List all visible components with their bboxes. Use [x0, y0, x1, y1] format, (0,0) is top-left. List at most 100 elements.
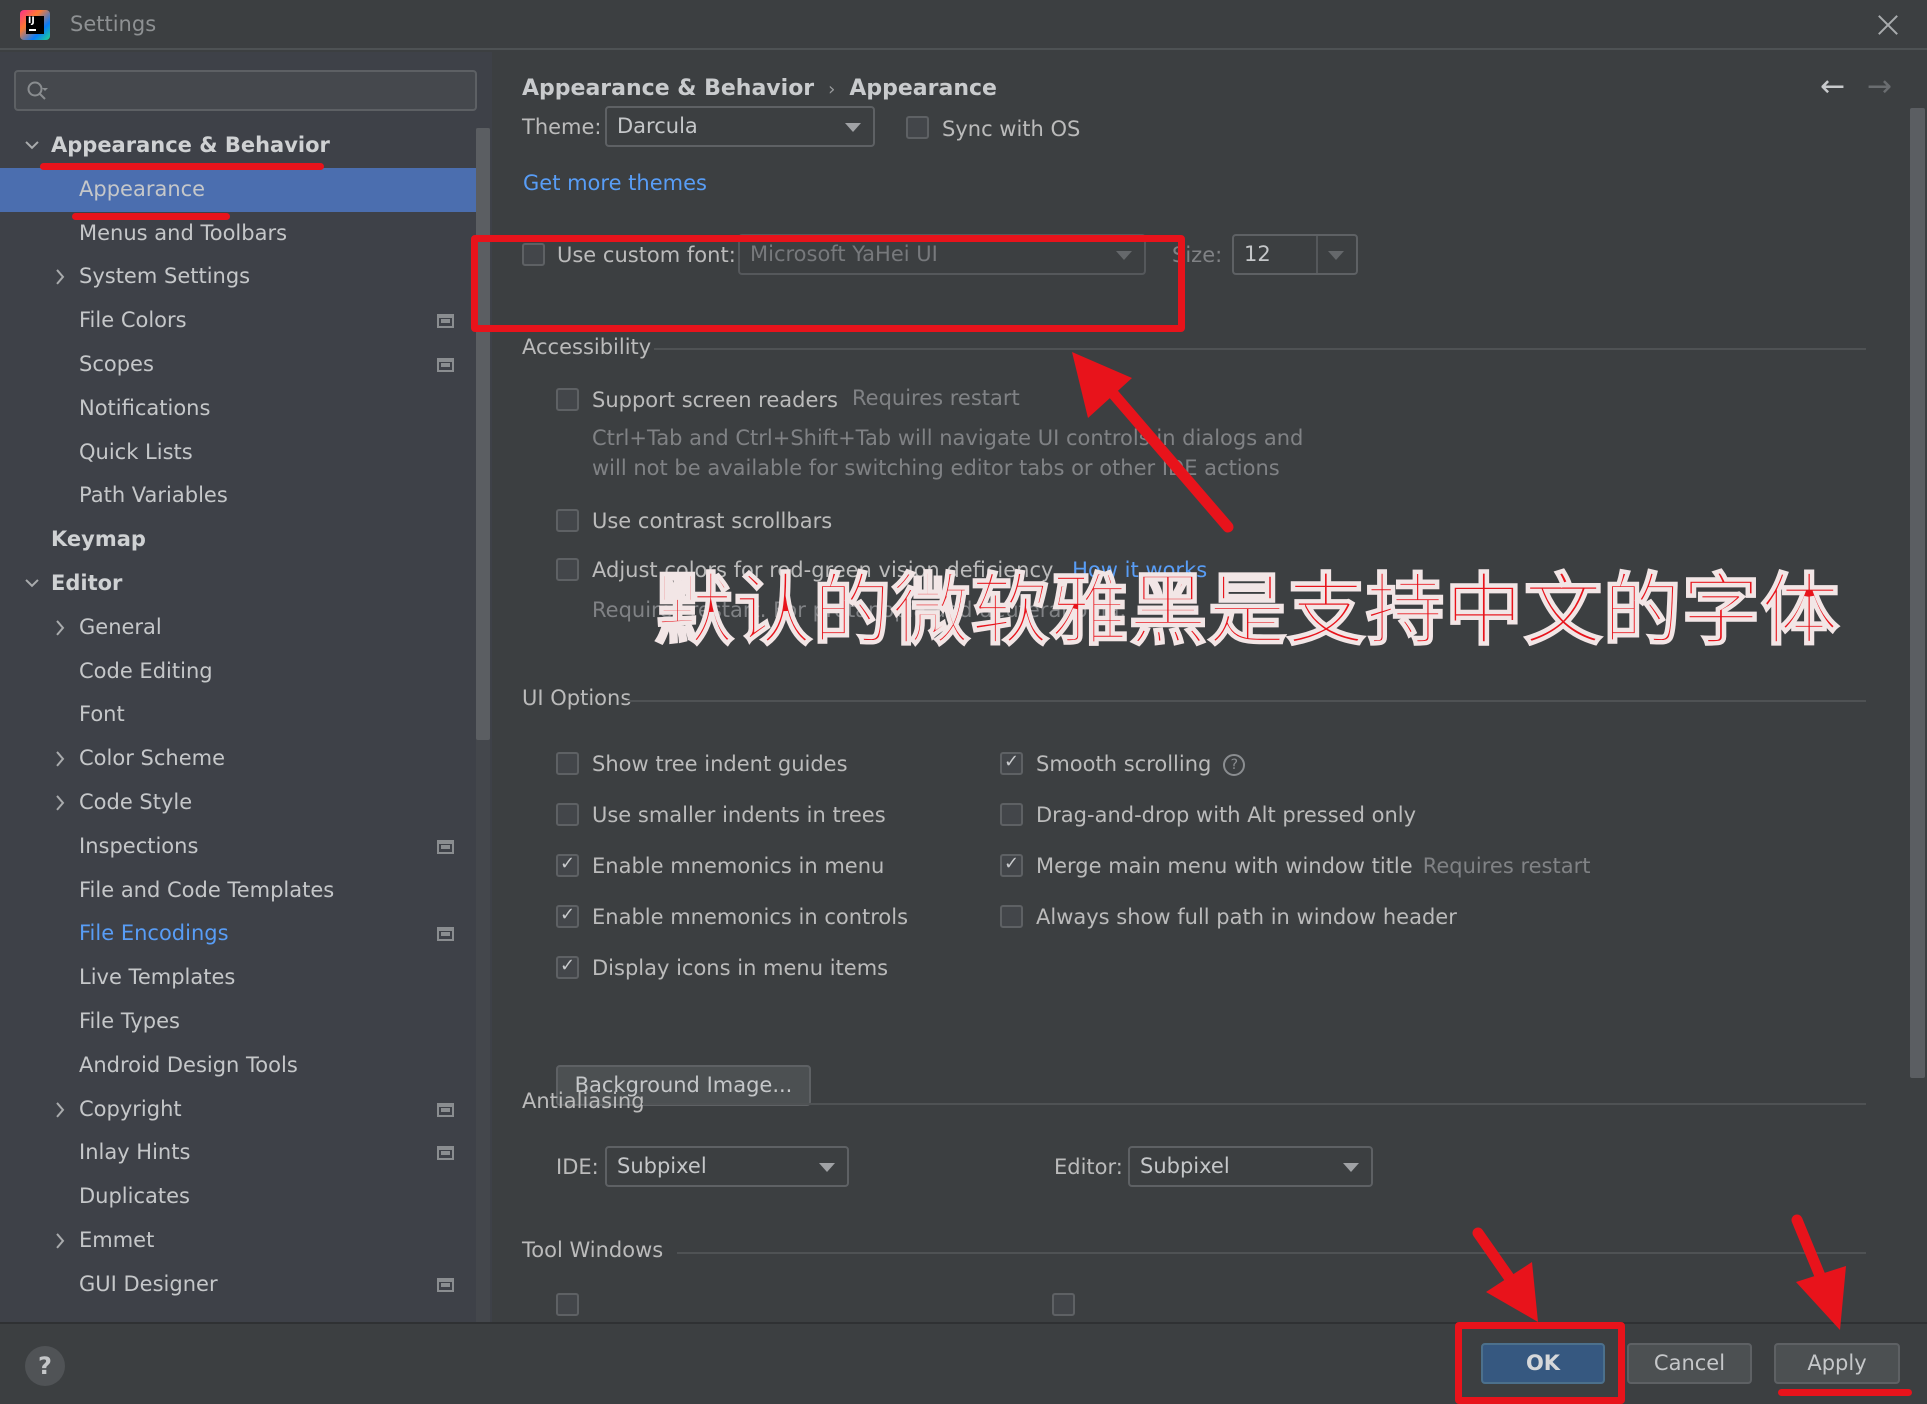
ui-option-checkbox[interactable]	[556, 853, 579, 877]
tool-window-checkbox[interactable]	[556, 1293, 579, 1316]
support-screen-readers-checkbox[interactable]	[556, 388, 579, 411]
ui-option-text: Enable mnemonics in menu	[592, 854, 885, 878]
sidebar-item-android-design-tools[interactable]: Android Design Tools	[0, 1044, 476, 1088]
chevron-right-icon[interactable]	[52, 1088, 68, 1132]
editor-antialiasing-dropdown[interactable]: Subpixel	[1128, 1146, 1373, 1187]
ui-option-text: Display icons in menu items	[592, 956, 889, 980]
ide-antialiasing-dropdown[interactable]: Subpixel	[605, 1146, 849, 1187]
chevron-right-icon[interactable]	[52, 255, 68, 299]
help-icon[interactable]: ?	[1223, 754, 1246, 776]
ui-option-text: Use smaller indents in trees	[592, 803, 886, 827]
sidebar-item-emmet[interactable]: Emmet	[0, 1219, 476, 1263]
sidebar-item-color-scheme[interactable]: Color Scheme	[0, 737, 476, 781]
sidebar-item-inlay-hints[interactable]: Inlay Hints	[0, 1131, 476, 1175]
tool-window-checkbox[interactable]	[1052, 1293, 1075, 1316]
sidebar-item-appearance[interactable]: Appearance	[0, 167, 476, 212]
use-custom-font-checkbox[interactable]	[522, 243, 545, 266]
chevron-right-icon[interactable]	[52, 1219, 68, 1263]
intellij-logo-icon: IJ	[20, 10, 50, 40]
sidebar-item-label: File Encodings	[79, 921, 229, 946]
custom-font-dropdown[interactable]: Microsoft YaHei UI	[738, 234, 1146, 275]
chevron-down-icon[interactable]	[24, 124, 40, 168]
sidebar-item-general[interactable]: General	[0, 606, 476, 650]
sidebar-item-copyright[interactable]: Copyright	[0, 1088, 476, 1132]
sidebar-item-label: Scopes	[79, 351, 154, 376]
sidebar-item-gui-designer[interactable]: GUI Designer	[0, 1263, 476, 1307]
search-icon	[27, 81, 48, 100]
ui-option-label: Use smaller indents in trees	[592, 803, 886, 827]
sidebar-item-code-editing[interactable]: Code Editing	[0, 650, 476, 694]
theme-dropdown[interactable]: Darcula	[605, 106, 875, 147]
sidebar-item-file-types[interactable]: File Types	[0, 1000, 476, 1044]
sidebar-item-code-style[interactable]: Code Style	[0, 781, 476, 825]
get-more-themes-link[interactable]: Get more themes	[523, 171, 707, 195]
section-divider	[642, 1103, 1866, 1105]
sidebar-item-file-and-code-templates[interactable]: File and Code Templates	[0, 869, 476, 913]
forward-arrow-icon[interactable]: →	[1867, 72, 1892, 102]
sidebar-item-system-settings[interactable]: System Settings	[0, 255, 476, 299]
ui-option-checkbox[interactable]	[1000, 905, 1023, 928]
sidebar-item-file-encodings[interactable]: File Encodings	[0, 912, 476, 956]
title-bar: IJ Settings	[0, 0, 1927, 50]
ui-option-text: Drag-and-drop with Alt pressed only	[1036, 803, 1417, 827]
ui-option-checkbox[interactable]	[1000, 803, 1023, 826]
sidebar-item-path-variables[interactable]: Path Variables	[0, 474, 476, 518]
apply-button[interactable]: Apply	[1774, 1343, 1900, 1384]
ui-option-checkbox[interactable]	[556, 752, 579, 775]
sidebar-item-label: Duplicates	[79, 1184, 190, 1209]
chevron-right-icon[interactable]	[52, 606, 68, 650]
sidebar-item-duplicates[interactable]: Duplicates	[0, 1175, 476, 1219]
sidebar-item-label: File Types	[79, 1008, 180, 1033]
chevron-down-icon[interactable]	[24, 562, 40, 606]
sidebar-item-label: File and Code Templates	[79, 877, 335, 902]
sidebar-item-editor[interactable]: Editor	[0, 562, 476, 606]
sidebar-item-label: General	[79, 614, 162, 639]
breadcrumb-parent[interactable]: Appearance & Behavior	[522, 76, 814, 101]
sidebar-scrollbar[interactable]	[476, 128, 490, 740]
ok-button[interactable]: OK	[1481, 1343, 1605, 1384]
sidebar-item-quick-lists[interactable]: Quick Lists	[0, 431, 476, 475]
sidebar-item-menus-and-toolbars[interactable]: Menus and Toolbars	[0, 212, 476, 256]
ui-option-text: Enable mnemonics in controls	[592, 905, 909, 929]
ui-option-text: Smooth scrolling	[1036, 752, 1212, 776]
project-level-icon	[437, 1102, 454, 1117]
ui-option-checkbox[interactable]	[556, 803, 579, 826]
sidebar-item-label: Inspections	[79, 833, 199, 858]
settings-search[interactable]	[14, 70, 477, 111]
ui-option-checkbox[interactable]	[1000, 853, 1023, 877]
chevron-right-icon[interactable]	[52, 737, 68, 781]
sidebar-item-label: Keymap	[51, 527, 146, 552]
sidebar-item-font[interactable]: Font	[0, 693, 476, 737]
chevron-right-icon[interactable]	[52, 781, 68, 825]
sidebar-item-label: Font	[79, 702, 125, 727]
font-size-dropdown[interactable]: 12	[1232, 234, 1358, 275]
ui-option-checkbox[interactable]	[556, 904, 579, 928]
sidebar-item-label: Appearance	[79, 176, 206, 201]
sidebar-item-appearance-behavior[interactable]: Appearance & Behavior	[0, 124, 476, 168]
sidebar-item-scopes[interactable]: Scopes	[0, 343, 476, 387]
sync-with-os-checkbox[interactable]	[906, 116, 929, 139]
breadcrumb-current: Appearance	[849, 76, 997, 101]
sidebar-item-live-templates[interactable]: Live Templates	[0, 956, 476, 1000]
content-scrollbar[interactable]	[1910, 108, 1925, 1078]
sidebar-item-inspections[interactable]: Inspections	[0, 825, 476, 869]
color-deficiency-checkbox[interactable]	[556, 558, 579, 581]
chevron-down-icon	[845, 123, 861, 132]
search-input[interactable]	[66, 76, 466, 106]
font-size-value: 12	[1244, 242, 1271, 266]
breadcrumb-separator: ›	[828, 79, 836, 100]
sidebar-item-notifications[interactable]: Notifications	[0, 387, 476, 431]
close-icon[interactable]	[1875, 12, 1901, 38]
sidebar-item-keymap[interactable]: Keymap	[0, 518, 476, 562]
contrast-scrollbars-checkbox[interactable]	[556, 509, 579, 532]
sidebar-item-label: Quick Lists	[79, 439, 193, 464]
ui-option-label: Smooth scrolling?	[1036, 752, 1246, 778]
sidebar-item-file-colors[interactable]: File Colors	[0, 299, 476, 343]
cancel-button[interactable]: Cancel	[1627, 1343, 1752, 1384]
ui-option-checkbox[interactable]	[556, 955, 579, 979]
back-arrow-icon[interactable]: ←	[1820, 72, 1845, 102]
help-button[interactable]: ?	[25, 1346, 65, 1386]
chevron-down-icon	[819, 1163, 835, 1172]
screen-readers-description-2: will not be available for switching edit…	[592, 456, 1280, 480]
ui-option-checkbox[interactable]	[1000, 751, 1023, 775]
